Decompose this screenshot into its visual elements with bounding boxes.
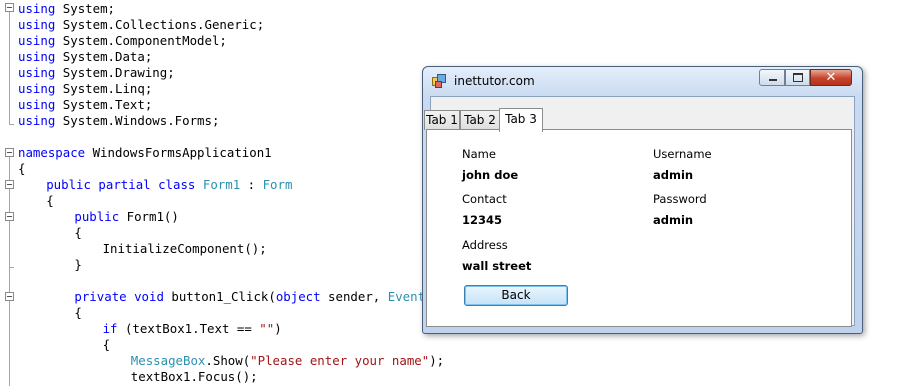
minimize-button[interactable]: [759, 69, 785, 86]
code-token: {: [74, 225, 82, 240]
code-token: System.ComponentModel;: [55, 33, 227, 48]
code-token: "": [259, 321, 275, 336]
name-value: john doe: [462, 168, 519, 182]
collapse-icon[interactable]: [5, 3, 14, 12]
code-token: using: [18, 65, 56, 80]
name-label: Name: [462, 147, 496, 161]
collapse-icon[interactable]: [5, 292, 14, 301]
code-token: if: [102, 321, 118, 336]
code-token: }: [74, 257, 82, 272]
code-token: using: [18, 33, 56, 48]
collapse-icon[interactable]: [5, 212, 14, 221]
code-token: {: [102, 337, 111, 352]
back-button[interactable]: Back: [464, 285, 568, 306]
code-token: textBox1.Focus();: [130, 369, 258, 384]
code-token: System.Linq;: [55, 81, 153, 96]
code-token: private void: [74, 289, 164, 304]
code-token: using: [18, 1, 56, 16]
code-token: (textBox1.Text ==: [117, 321, 260, 336]
code-token: using: [18, 49, 56, 64]
code-token: .Show(: [205, 353, 251, 368]
code-token: "Please enter your name": [250, 353, 430, 368]
code-token: {: [74, 305, 82, 320]
code-token: namespace: [18, 145, 86, 160]
code-token: :: [240, 177, 263, 192]
code-token: sender,: [320, 289, 388, 304]
code-token: System.Collections.Generic;: [55, 17, 265, 32]
code-token: InitializeComponent();: [102, 241, 267, 256]
code-token: WindowsFormsApplication1: [85, 145, 272, 160]
password-label: Password: [653, 192, 707, 206]
code-token: System.Data;: [55, 49, 153, 64]
close-icon: ✕: [825, 70, 837, 85]
outline-line-end: [9, 267, 14, 268]
code-token: Form1: [202, 177, 241, 192]
code-token: public partial class: [46, 177, 196, 192]
code-token: using: [18, 81, 56, 96]
code-token: using: [18, 17, 56, 32]
app-icon: [432, 74, 446, 88]
outline-line-end: [9, 124, 14, 125]
password-value: admin: [653, 213, 694, 227]
tab-2[interactable]: Tab 2: [460, 110, 500, 130]
address-label: Address: [462, 238, 508, 252]
close-button[interactable]: ✕: [810, 69, 852, 86]
maximize-button[interactable]: [785, 69, 810, 86]
code-token: System;: [55, 1, 115, 16]
tab-3[interactable]: Tab 3: [499, 108, 543, 132]
code-token: Form1(): [119, 209, 179, 224]
window-client-area: Tab 1 Tab 2 Tab 3 Name john doe Username…: [424, 96, 855, 327]
tab-1[interactable]: Tab 1: [424, 110, 460, 130]
code-token: Form: [262, 177, 293, 192]
username-value: admin: [653, 168, 694, 182]
code-token: System.Windows.Forms;: [55, 113, 220, 128]
address-value: wall street: [462, 259, 532, 273]
contact-value: 12345: [462, 213, 503, 227]
code-token: MessageBox: [130, 353, 206, 368]
code-token: {: [18, 161, 26, 176]
collapse-icon[interactable]: [5, 180, 14, 189]
window-title: inettutor.com: [454, 74, 535, 88]
outline-line: [9, 157, 10, 386]
code-token: using: [18, 113, 56, 128]
contact-label: Contact: [462, 192, 507, 206]
code-token: public: [74, 209, 120, 224]
code-token: );: [429, 353, 445, 368]
outline-line: [9, 12, 10, 125]
collapse-icon[interactable]: [5, 148, 14, 157]
code-token: ): [274, 321, 282, 336]
tab-page: Name john doe Username admin Contact 123…: [426, 129, 852, 327]
code-token: using: [18, 97, 56, 112]
code-token: object: [275, 289, 321, 304]
username-label: Username: [653, 147, 712, 161]
code-token: System.Text;: [55, 97, 153, 112]
code-token: {: [46, 193, 54, 208]
form-window: inettutor.com ✕ Tab 1 Tab 2 Tab 3 Name j…: [422, 66, 863, 334]
code-token: button1_Click(: [163, 289, 276, 304]
code-token: System.Drawing;: [55, 65, 175, 80]
